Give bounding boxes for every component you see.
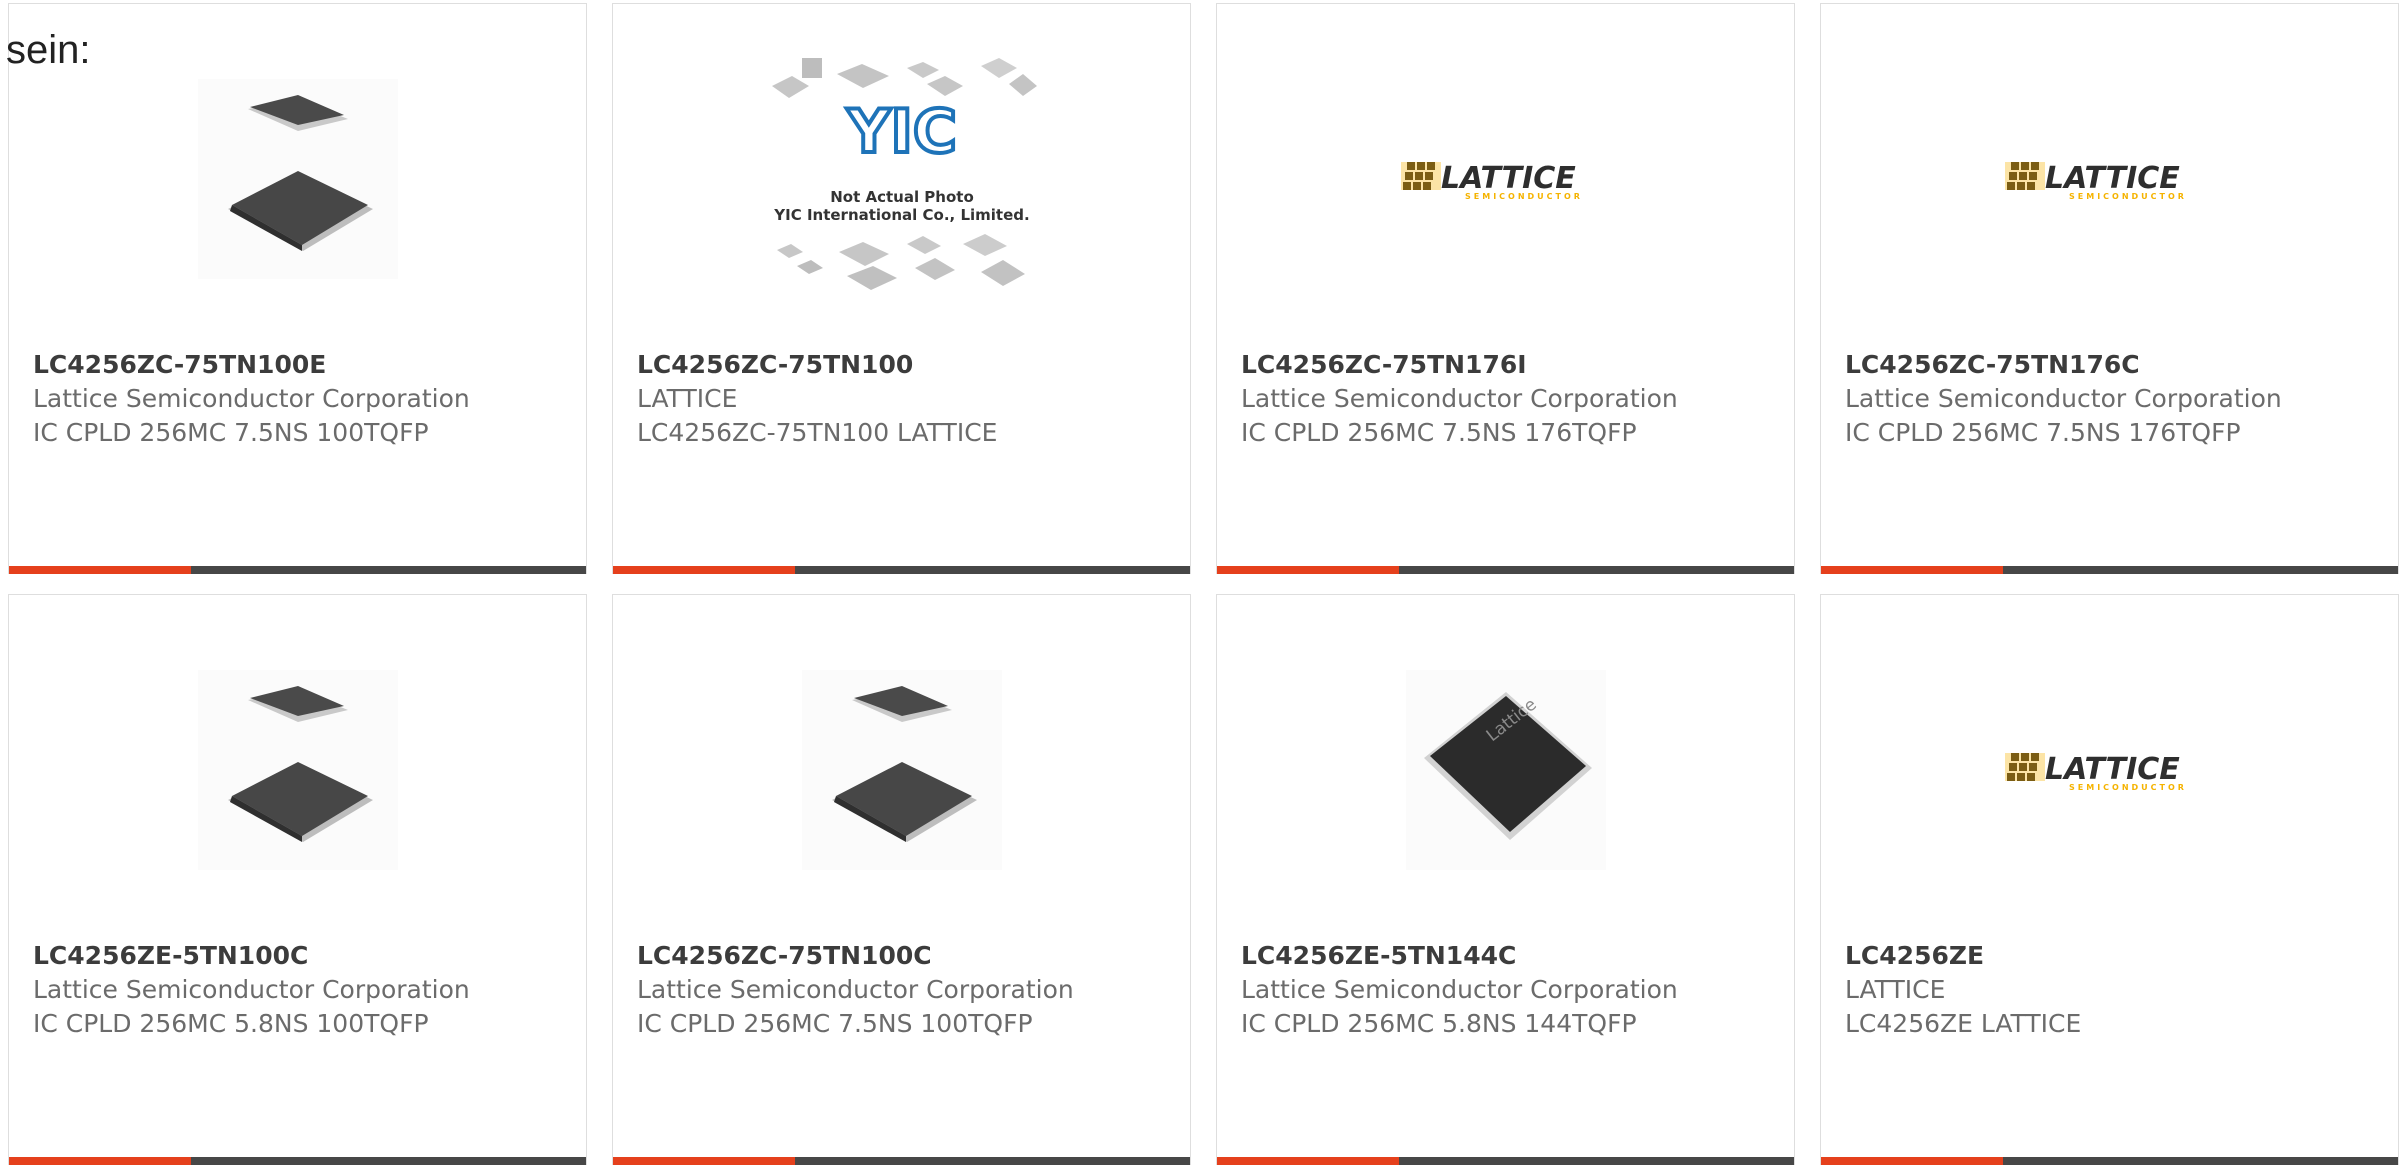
intro-text: sein:: [6, 28, 91, 72]
svg-text:YIC: YIC: [846, 97, 957, 167]
product-card[interactable]: LC4256ZC-75TN100E Lattice Semiconductor …: [8, 3, 587, 574]
manufacturer: Lattice Semiconductor Corporation: [1241, 975, 1678, 1004]
svg-text:SEMICONDUCTOR: SEMICONDUCTOR: [2069, 783, 2187, 792]
manufacturer: LATTICE: [1845, 975, 1946, 1004]
svg-text:SEMICONDUCTOR: SEMICONDUCTOR: [2069, 192, 2187, 201]
manufacturer: Lattice Semiconductor Corporation: [637, 975, 1074, 1004]
card-bar-accent: [1821, 1157, 2003, 1165]
svg-text:Not Actual Photo: Not Actual Photo: [830, 188, 974, 206]
card-bottom-bar: [1821, 566, 2398, 574]
lattice-chip-icon: Lattice: [1405, 670, 1606, 870]
card-bar-accent: [1217, 566, 1399, 574]
lattice-logo-icon: LATTICE SEMICONDUCTOR: [2004, 161, 2187, 201]
card-bar-accent: [9, 566, 191, 574]
description: IC CPLD 256MC 7.5NS 100TQFP: [637, 1009, 1033, 1038]
svg-text:SEMICONDUCTOR: SEMICONDUCTOR: [1465, 192, 1583, 201]
card-bottom-bar: [9, 566, 586, 574]
description: LC4256ZE LATTICE: [1845, 1009, 2082, 1038]
product-image: LATTICE SEMICONDUCTOR: [1217, 64, 1794, 294]
product-card[interactable]: LATTICE SEMICONDUCTOR LC4256ZC-75TN176C …: [1820, 3, 2399, 574]
card-bottom-bar: [1821, 1157, 2398, 1165]
lattice-logo-icon: LATTICE SEMICONDUCTOR: [2004, 752, 2187, 792]
manufacturer: Lattice Semiconductor Corporation: [1845, 384, 2282, 413]
product-card[interactable]: LATTICE SEMICONDUCTOR LC4256ZC-75TN176I …: [1216, 3, 1795, 574]
lattice-logo-icon: LATTICE SEMICONDUCTOR: [1400, 161, 1583, 201]
card-bar-accent: [1821, 566, 2003, 574]
product-card[interactable]: LC4256ZE-5TN100C Lattice Semiconductor C…: [8, 594, 587, 1165]
part-number[interactable]: LC4256ZC-75TN100E: [33, 348, 568, 382]
description: IC CPLD 256MC 7.5NS 176TQFP: [1241, 418, 1637, 447]
card-bar-accent: [1217, 1157, 1399, 1165]
svg-text:LATTICE: LATTICE: [1441, 161, 1576, 196]
product-card[interactable]: YIC Not Actual Photo YIC International C…: [612, 3, 1191, 574]
product-image: LATTICE SEMICONDUCTOR: [1821, 64, 2398, 294]
part-number[interactable]: LC4256ZE: [1845, 939, 2380, 973]
product-image: [9, 655, 586, 885]
description: IC CPLD 256MC 7.5NS 176TQFP: [1845, 418, 2241, 447]
product-image: [613, 655, 1190, 885]
part-number[interactable]: LC4256ZE-5TN100C: [33, 939, 568, 973]
part-number[interactable]: LC4256ZC-75TN176I: [1241, 348, 1776, 382]
description: LC4256ZC-75TN100 LATTICE: [637, 418, 998, 447]
card-bar-accent: [613, 566, 795, 574]
svg-text:LATTICE: LATTICE: [2045, 161, 2180, 196]
part-number[interactable]: LC4256ZE-5TN144C: [1241, 939, 1776, 973]
card-bar-accent: [613, 1157, 795, 1165]
tqfp-chips-icon: [197, 79, 398, 279]
product-image: LATTICE SEMICONDUCTOR: [1821, 655, 2398, 885]
card-bottom-bar: [613, 566, 1190, 574]
card-bottom-bar: [1217, 566, 1794, 574]
part-number[interactable]: LC4256ZC-75TN100: [637, 348, 1172, 382]
description: IC CPLD 256MC 5.8NS 144TQFP: [1241, 1009, 1637, 1038]
tqfp-chips-icon: [197, 670, 398, 870]
part-number[interactable]: LC4256ZC-75TN176C: [1845, 348, 2380, 382]
product-image: [9, 64, 586, 294]
part-number[interactable]: LC4256ZC-75TN100C: [637, 939, 1172, 973]
svg-text:LATTICE: LATTICE: [2045, 752, 2180, 787]
product-image: YIC Not Actual Photo YIC International C…: [613, 58, 1190, 294]
manufacturer: Lattice Semiconductor Corporation: [33, 384, 470, 413]
manufacturer: Lattice Semiconductor Corporation: [33, 975, 470, 1004]
product-image: Lattice: [1217, 655, 1794, 885]
card-bottom-bar: [1217, 1157, 1794, 1165]
card-bottom-bar: [613, 1157, 1190, 1165]
product-card[interactable]: LATTICE SEMICONDUCTOR LC4256ZE LATTICE L…: [1820, 594, 2399, 1165]
card-bar-accent: [9, 1157, 191, 1165]
svg-text:YIC International Co., Limited: YIC International Co., Limited.: [773, 206, 1029, 224]
manufacturer: Lattice Semiconductor Corporation: [1241, 384, 1678, 413]
description: IC CPLD 256MC 7.5NS 100TQFP: [33, 418, 429, 447]
product-card[interactable]: Lattice LC4256ZE-5TN144C Lattice Semicon…: [1216, 594, 1795, 1165]
yic-placeholder-icon: YIC Not Actual Photo YIC International C…: [771, 58, 1037, 290]
manufacturer: LATTICE: [637, 384, 738, 413]
description: IC CPLD 256MC 5.8NS 100TQFP: [33, 1009, 429, 1038]
tqfp-chips-icon: [801, 670, 1002, 870]
product-card[interactable]: LC4256ZC-75TN100C Lattice Semiconductor …: [612, 594, 1191, 1165]
card-bottom-bar: [9, 1157, 586, 1165]
